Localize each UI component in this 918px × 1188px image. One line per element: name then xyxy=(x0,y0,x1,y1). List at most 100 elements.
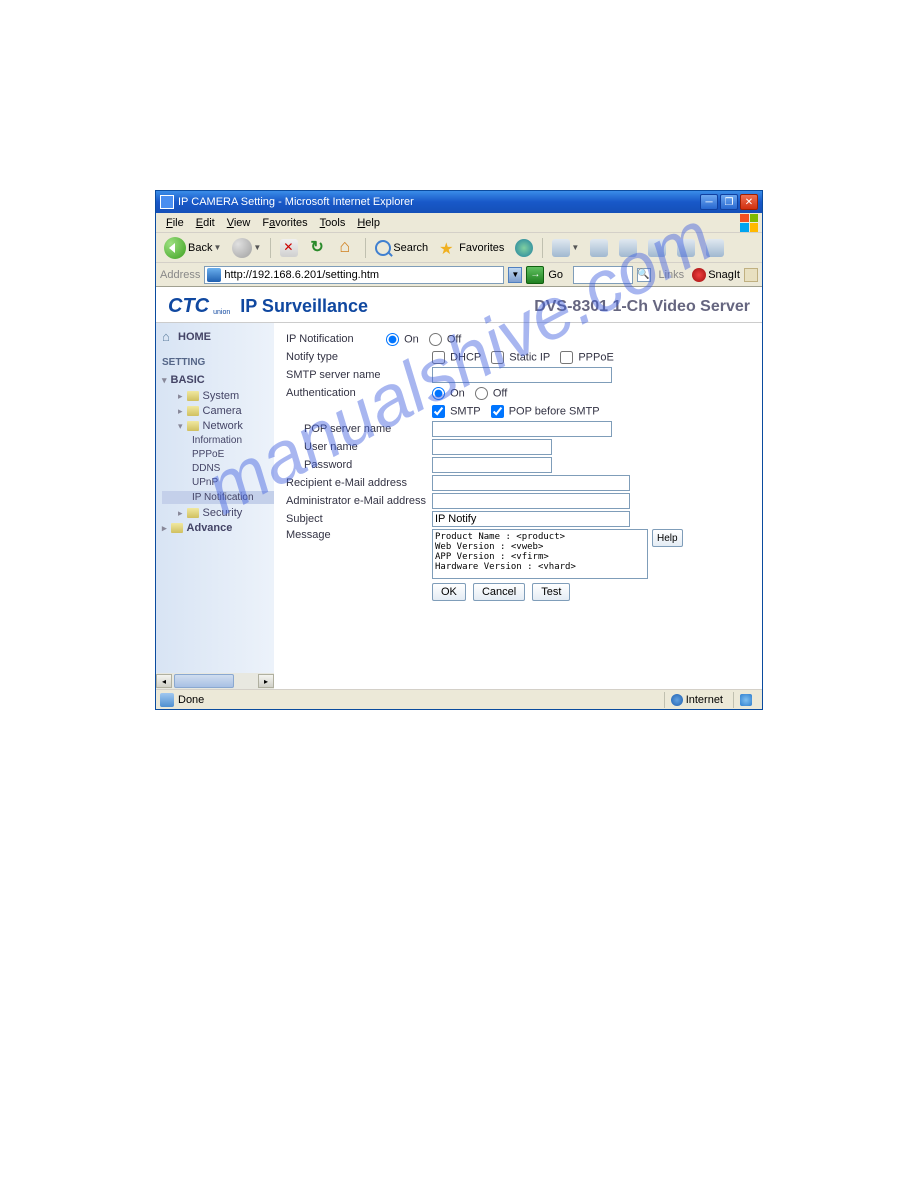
chevron-right-icon: ▸ xyxy=(178,406,183,417)
auth-off-option[interactable]: Off xyxy=(475,387,508,400)
pppoe-checkbox[interactable] xyxy=(560,351,573,364)
pop-server-label: POP server name xyxy=(286,423,432,435)
menu-edit[interactable]: Edit xyxy=(190,215,221,231)
horizontal-scrollbar[interactable]: ◂ ▸ xyxy=(156,673,274,689)
test-button[interactable]: Test xyxy=(532,583,570,601)
subject-input[interactable] xyxy=(432,511,630,527)
auth-on-option[interactable]: On xyxy=(432,387,465,400)
menu-file[interactable]: File xyxy=(160,215,190,231)
user-name-input[interactable] xyxy=(432,439,552,455)
folder-icon xyxy=(187,406,199,416)
admin-email-input[interactable] xyxy=(432,493,630,509)
status-bar: Done Internet xyxy=(156,689,762,709)
address-dropdown[interactable]: ▼ xyxy=(508,267,522,283)
forward-button[interactable]: ▼ xyxy=(228,237,265,259)
menu-help[interactable]: Help xyxy=(351,215,386,231)
star-icon xyxy=(439,239,457,257)
address-label: Address xyxy=(160,269,200,281)
close-button[interactable]: ✕ xyxy=(740,194,758,210)
scroll-left-button[interactable]: ◂ xyxy=(156,674,172,688)
help-button[interactable]: Help xyxy=(652,529,683,547)
url-input[interactable] xyxy=(224,268,501,282)
links-label[interactable]: Links xyxy=(659,269,685,281)
sidebar-information[interactable]: Information xyxy=(162,435,274,446)
snagit-toolbar[interactable]: SnagIt xyxy=(692,268,740,282)
sidebar-ip-notification[interactable]: IP Notification xyxy=(162,491,274,504)
back-button[interactable]: Back ▼ xyxy=(160,237,225,259)
sidebar-ddns[interactable]: DDNS xyxy=(162,463,274,474)
message-textarea[interactable]: Product Name : <product> Web Version : <… xyxy=(432,529,648,579)
edit-button[interactable] xyxy=(644,237,670,259)
ipnotify-on-option[interactable]: On xyxy=(386,333,419,346)
auth-off-radio[interactable] xyxy=(475,387,488,400)
auth-on-radio[interactable] xyxy=(432,387,445,400)
title-bar: IP CAMERA Setting - Microsoft Internet E… xyxy=(156,191,762,213)
sidebar-pppoe[interactable]: PPPoE xyxy=(162,449,274,460)
history-button[interactable]: ▼ xyxy=(548,237,583,259)
smtp-server-input[interactable] xyxy=(432,367,612,383)
recipient-input[interactable] xyxy=(432,475,630,491)
research-button[interactable] xyxy=(702,237,728,259)
chevron-right-icon: ▸ xyxy=(178,508,183,519)
menu-view[interactable]: View xyxy=(221,215,257,231)
favorites-button[interactable]: Favorites xyxy=(435,237,508,259)
search-go-icon[interactable]: 🔍 xyxy=(637,268,651,282)
app-icon xyxy=(160,195,174,209)
password-input[interactable] xyxy=(432,457,552,473)
go-button[interactable]: → xyxy=(526,266,544,284)
sidebar-network[interactable]: ▾ Network xyxy=(162,420,274,432)
static-ip-option[interactable]: Static IP xyxy=(491,351,550,364)
sidebar-basic[interactable]: ▾ BASIC xyxy=(162,374,274,386)
search-button[interactable]: Search xyxy=(371,237,432,259)
address-box[interactable] xyxy=(204,266,504,284)
smtp-checkbox[interactable] xyxy=(432,405,445,418)
dhcp-option[interactable]: DHCP xyxy=(432,351,481,364)
maximize-button[interactable]: ❐ xyxy=(720,194,738,210)
dhcp-checkbox[interactable] xyxy=(432,351,445,364)
chevron-right-icon: ▸ xyxy=(178,391,183,402)
minimize-button[interactable]: ─ xyxy=(700,194,718,210)
home-button[interactable] xyxy=(334,237,360,259)
search-icon xyxy=(375,240,391,256)
static-ip-checkbox[interactable] xyxy=(491,351,504,364)
sidebar-system[interactable]: ▸ System xyxy=(162,390,274,402)
folder-icon xyxy=(187,508,199,518)
smtp-auth-option[interactable]: SMTP xyxy=(432,405,481,418)
sidebar-advance[interactable]: ▸ Advance xyxy=(162,522,274,534)
sidebar-security[interactable]: ▸ Security xyxy=(162,507,274,519)
internet-icon xyxy=(671,694,683,706)
ipnotify-off-option[interactable]: Off xyxy=(429,333,462,346)
scroll-right-button[interactable]: ▸ xyxy=(258,674,274,688)
menu-favorites[interactable]: Favorites xyxy=(256,215,313,231)
admin-email-label: Administrator e-Mail address xyxy=(286,495,432,507)
cancel-button[interactable]: Cancel xyxy=(473,583,525,601)
logo: CTC union IP Surveillance xyxy=(168,295,368,318)
discuss-button[interactable] xyxy=(673,237,699,259)
menu-tools[interactable]: Tools xyxy=(314,215,352,231)
scroll-thumb[interactable] xyxy=(174,674,234,688)
sidebar-camera[interactable]: ▸ Camera xyxy=(162,405,274,417)
chevron-right-icon: ▸ xyxy=(162,523,167,534)
mail-button[interactable] xyxy=(586,237,612,259)
media-button[interactable] xyxy=(511,237,537,259)
ipnotify-off-radio[interactable] xyxy=(429,333,442,346)
pop-before-smtp-checkbox[interactable] xyxy=(491,405,504,418)
print-button[interactable] xyxy=(615,237,641,259)
toolbar: Back ▼ ▼ Search Favorites ▼ xyxy=(156,233,762,263)
stop-button[interactable] xyxy=(276,237,302,259)
ok-button[interactable]: OK xyxy=(432,583,466,601)
search-box[interactable] xyxy=(573,266,632,284)
ip-notification-label: IP Notification xyxy=(286,333,386,345)
sidebar-home[interactable]: HOME xyxy=(162,331,274,343)
windows-logo-icon xyxy=(740,214,758,232)
pop-before-smtp-option[interactable]: POP before SMTP xyxy=(491,405,600,418)
ipnotify-on-radio[interactable] xyxy=(386,333,399,346)
sidebar-upnp[interactable]: UPnP xyxy=(162,477,274,488)
pop-server-input[interactable] xyxy=(432,421,612,437)
pppoe-option[interactable]: PPPoE xyxy=(560,351,614,364)
extension-icon[interactable] xyxy=(744,268,758,282)
status-text: Done xyxy=(178,694,204,706)
chevron-down-icon: ▾ xyxy=(162,375,167,386)
home-icon xyxy=(162,331,174,343)
refresh-button[interactable] xyxy=(305,237,331,259)
